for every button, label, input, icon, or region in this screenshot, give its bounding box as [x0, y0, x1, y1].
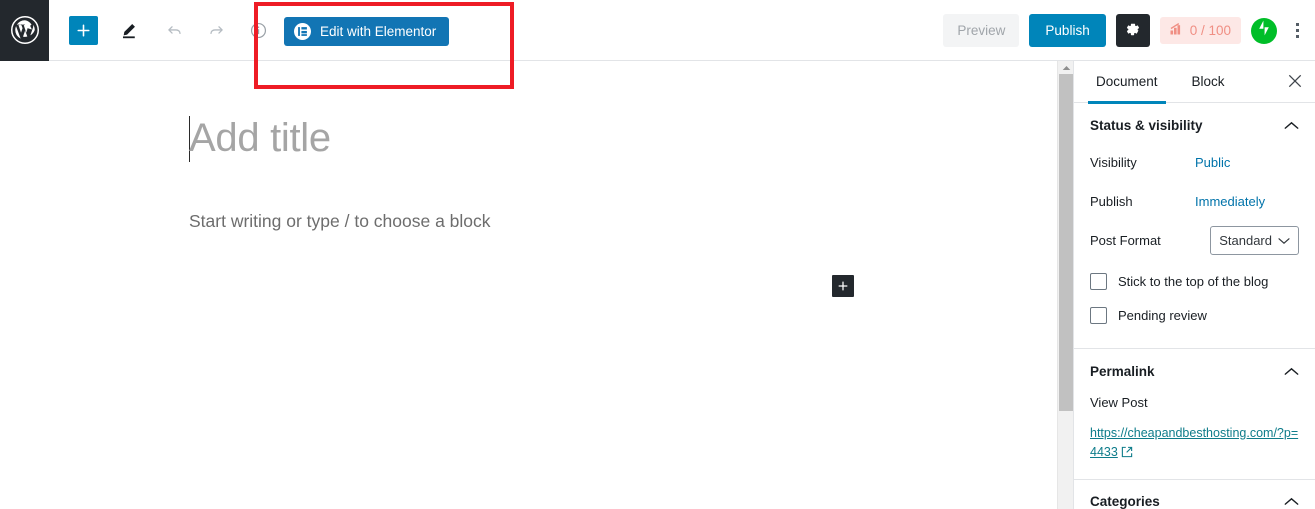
kebab-dot: [1295, 29, 1299, 32]
view-post-label: View Post: [1090, 395, 1148, 410]
seo-score-value: 0 / 100: [1189, 23, 1231, 38]
panel-categories-title: Categories: [1090, 494, 1160, 509]
elementor-logo-icon: [294, 23, 311, 40]
row-publish: Publish Immediately: [1090, 186, 1299, 216]
chevron-up-icon: [1284, 367, 1299, 376]
post-format-value: Standard: [1219, 232, 1272, 248]
panel-categories-header[interactable]: Categories: [1090, 480, 1299, 509]
chevron-up-icon: [1284, 497, 1299, 506]
chevron-down-icon: [1278, 233, 1290, 248]
editor-toolbar: Edit with Elementor Preview Publish 0 / …: [0, 0, 1315, 61]
checkbox-pending-review-label: Pending review: [1118, 307, 1207, 323]
seo-bar-chart-icon: [1170, 23, 1184, 38]
external-link-icon[interactable]: [1121, 446, 1133, 458]
panel-status-visibility: Status & visibility Visibility Public Pu…: [1074, 103, 1315, 349]
plus-icon: [838, 281, 848, 291]
tab-document[interactable]: Document: [1088, 61, 1166, 104]
checkbox-pending-review[interactable]: Pending review: [1090, 298, 1299, 332]
tab-block[interactable]: Block: [1184, 61, 1233, 103]
wordpress-logo-icon: [10, 15, 40, 45]
checkbox-sticky-post[interactable]: Stick to the top of the blog: [1090, 264, 1299, 298]
edit-mode-button[interactable]: [110, 12, 146, 48]
jetpack-logo-icon: [1254, 18, 1274, 43]
visibility-value-button[interactable]: Public: [1195, 155, 1230, 170]
settings-button[interactable]: [1115, 14, 1150, 47]
row-post-format: Post Format Standard: [1090, 225, 1299, 255]
publish-label: Publish: [1090, 193, 1133, 209]
permalink-link-wrapper: https://cheapandbesthosting.com/?p=4433: [1090, 424, 1299, 463]
post-format-label: Post Format: [1090, 232, 1161, 248]
gear-icon: [1124, 21, 1141, 41]
row-visibility: Visibility Public: [1090, 147, 1299, 177]
checkbox-sticky-post-label: Stick to the top of the blog: [1118, 273, 1269, 289]
scrollbar-up-arrow[interactable]: [1058, 61, 1074, 74]
editor-canvas: Add title Start writing or type / to cho…: [0, 61, 1057, 509]
wordpress-logo-button[interactable]: [0, 0, 49, 61]
editor-scrollbar[interactable]: [1057, 61, 1073, 509]
edit-with-elementor-button[interactable]: Edit with Elementor: [284, 17, 450, 46]
scrollbar-thumb[interactable]: [1059, 74, 1073, 411]
kebab-dot: [1295, 23, 1299, 26]
post-format-select[interactable]: Standard: [1210, 225, 1299, 255]
tab-document-label: Document: [1096, 74, 1158, 89]
add-block-button[interactable]: [69, 15, 98, 45]
visibility-label: Visibility: [1090, 154, 1137, 170]
wordpress-editor-window: Edit with Elementor Preview Publish 0 / …: [0, 0, 1315, 509]
panel-status-visibility-header[interactable]: Status & visibility: [1090, 103, 1299, 147]
post-title-input[interactable]: Add title: [189, 116, 331, 160]
toolbar-right-tools: Preview Publish 0 / 100: [943, 0, 1307, 61]
checkbox-box: [1090, 272, 1107, 290]
settings-sidebar: Document Block Status & visibility Visib…: [1073, 61, 1315, 509]
chevron-up-icon: [1284, 121, 1299, 130]
block-inserter-button[interactable]: [832, 275, 854, 297]
tab-block-label: Block: [1191, 74, 1225, 89]
panel-permalink-title: Permalink: [1090, 363, 1155, 379]
content-info-button[interactable]: [240, 12, 276, 48]
more-options-button[interactable]: [1287, 13, 1307, 49]
kebab-dot: [1295, 35, 1299, 38]
panel-categories: Categories: [1074, 480, 1315, 509]
close-icon: [1288, 74, 1302, 93]
elementor-button-label: Edit with Elementor: [320, 24, 437, 39]
panel-permalink: Permalink View Post https://cheapandbest…: [1074, 349, 1315, 480]
undo-button[interactable]: [156, 12, 192, 48]
paragraph-block-placeholder[interactable]: Start writing or type / to choose a bloc…: [189, 211, 491, 232]
publish-button[interactable]: Publish: [1029, 14, 1106, 47]
panel-status-visibility-title: Status & visibility: [1090, 117, 1203, 133]
checkbox-box: [1090, 306, 1107, 324]
panel-permalink-header[interactable]: Permalink: [1090, 349, 1299, 393]
jetpack-button[interactable]: [1251, 17, 1277, 44]
publish-value-button[interactable]: Immediately: [1195, 194, 1265, 209]
toolbar-left-tools: [49, 0, 324, 61]
preview-button[interactable]: Preview: [943, 14, 1020, 47]
seo-score-badge[interactable]: 0 / 100: [1159, 17, 1241, 44]
sidebar-tabs: Document Block: [1074, 61, 1315, 104]
close-sidebar-button[interactable]: [1283, 71, 1307, 95]
redo-button[interactable]: [198, 12, 234, 48]
